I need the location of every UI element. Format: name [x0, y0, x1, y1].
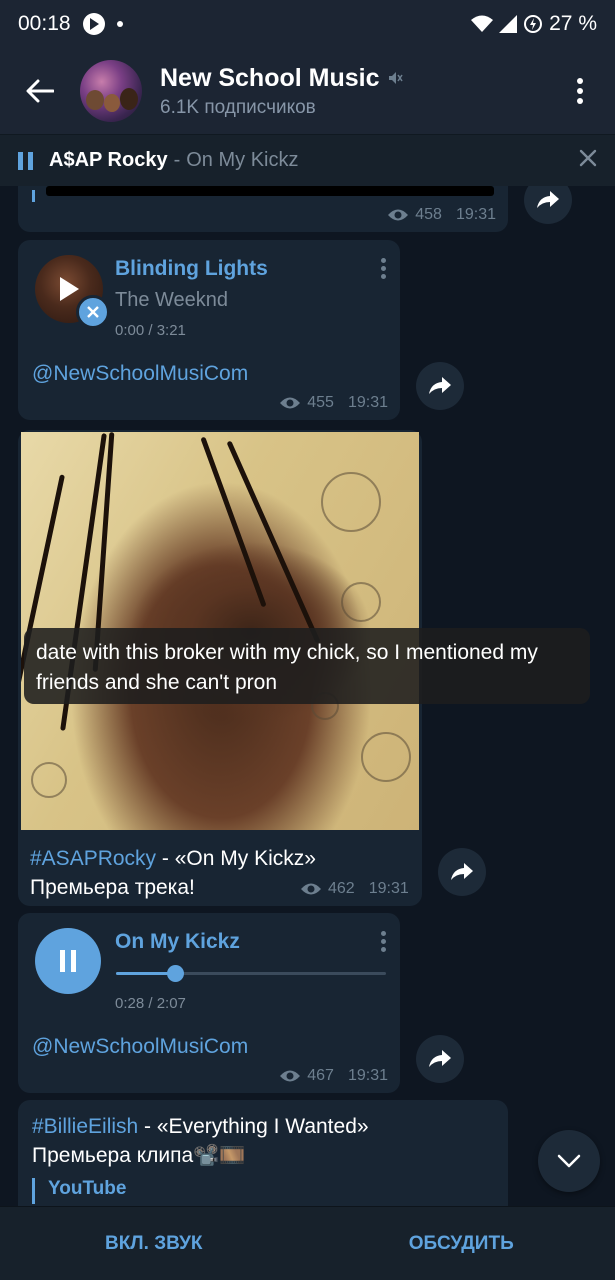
- close-icon: [579, 149, 597, 166]
- pause-icon: [60, 950, 76, 972]
- status-bar: 00:18 27 %: [0, 0, 615, 48]
- message-time: 19:31: [455, 206, 496, 223]
- views-icon: [280, 397, 301, 409]
- now-playing-track: On My Kickz: [186, 149, 299, 171]
- message-bubble-text[interactable]: #BillieEilish - «Everything I Wanted» Пр…: [18, 1100, 508, 1206]
- close-icon: [87, 306, 99, 318]
- notification-dot-icon: [116, 21, 123, 27]
- share-button[interactable]: [438, 848, 486, 896]
- media-playing-icon: [82, 13, 105, 35]
- wifi-icon: [471, 15, 494, 32]
- quote-bar: [32, 190, 35, 202]
- share-arrow-icon: [429, 1050, 451, 1067]
- bottom-action-bar: ВКЛ. ЗВУК ОБСУДИТЬ: [0, 1206, 615, 1280]
- view-count: 458: [415, 206, 442, 223]
- link-preview-source[interactable]: YouTube: [48, 1178, 126, 1200]
- share-arrow-icon: [451, 863, 473, 880]
- view-count: 455: [307, 394, 334, 411]
- caption-text: - «On My Kickz»: [156, 847, 316, 870]
- close-player-button[interactable]: [579, 149, 597, 173]
- post-text-line: - «Everything I Wanted»: [138, 1115, 369, 1138]
- now-playing-separator: -: [173, 149, 181, 171]
- audio-title: On My Kickz: [115, 930, 240, 953]
- share-button[interactable]: [416, 362, 464, 410]
- share-arrow-icon: [537, 191, 559, 208]
- message-bubble-top-partial: 458 19:31: [18, 186, 508, 232]
- avatar-logo: [101, 64, 135, 88]
- audio-duration: 0:28 / 2:07: [115, 995, 186, 1012]
- seekbar-thumb[interactable]: [167, 965, 185, 982]
- share-button[interactable]: [416, 1035, 464, 1083]
- views-icon: [301, 883, 321, 895]
- message-list[interactable]: 458 19:31 Blinding Lights The Weeknd 0:0…: [0, 186, 615, 1206]
- message-time: 19:31: [368, 880, 409, 897]
- channel-avatar[interactable]: [80, 60, 142, 122]
- now-playing-artist: A$AP Rocky: [49, 149, 168, 171]
- audio-options-button[interactable]: [381, 931, 386, 952]
- more-menu-button[interactable]: [545, 48, 615, 134]
- cancel-download-button[interactable]: [76, 295, 110, 329]
- audio-pause-button[interactable]: [35, 928, 101, 994]
- arrow-left-icon: [26, 79, 54, 103]
- views-icon: [388, 209, 409, 221]
- views-icon: [280, 1070, 301, 1082]
- pause-icon[interactable]: [18, 151, 33, 170]
- share-button[interactable]: [524, 186, 572, 224]
- audio-title: Blinding Lights: [115, 257, 268, 280]
- hashtag-link[interactable]: #ASAPRocky: [30, 847, 156, 870]
- link-preview-bar: [32, 1178, 35, 1204]
- muted-icon: [389, 72, 404, 84]
- play-icon: [60, 277, 79, 301]
- message-time: 19:31: [347, 394, 388, 411]
- view-count: 462: [328, 880, 355, 897]
- view-count: 467: [307, 1067, 334, 1084]
- share-arrow-icon: [429, 377, 451, 394]
- post-text: #BillieEilish - «Everything I Wanted» Пр…: [32, 1112, 492, 1170]
- audio-options-button[interactable]: [381, 258, 386, 279]
- audio-duration: 0:00 / 3:21: [115, 322, 186, 339]
- subscriber-count: 6.1K подписчиков: [160, 96, 316, 118]
- more-vertical-icon: [577, 78, 583, 104]
- channel-header: New School Music 6.1K подписчиков: [0, 48, 615, 134]
- caption-text-2: Премьера трека!: [30, 876, 195, 899]
- back-button[interactable]: [0, 48, 80, 134]
- now-playing-bar[interactable]: A$AP Rocky - On My Kickz: [0, 134, 615, 186]
- hashtag-link[interactable]: #BillieEilish: [32, 1115, 138, 1138]
- battery-level: 27 %: [549, 12, 597, 35]
- subtitle-overlay: date with this broker with my chick, so …: [24, 628, 590, 704]
- message-bubble-audio[interactable]: Blinding Lights The Weeknd 0:00 / 3:21 @…: [18, 240, 400, 420]
- channel-link[interactable]: @NewSchoolMusiCom: [32, 362, 248, 386]
- post-text-line-2: Премьера клипа📽️🎞️: [32, 1144, 246, 1167]
- media-strip: [46, 186, 494, 196]
- clock: 00:18: [18, 12, 71, 35]
- audio-seekbar[interactable]: [116, 965, 386, 982]
- message-time: 19:31: [347, 1067, 388, 1084]
- signal-icon: [499, 15, 518, 33]
- audio-artist: The Weeknd: [115, 289, 229, 311]
- message-bubble-audio-playing[interactable]: On My Kickz 0:28 / 2:07 @NewSchoolMusiCo…: [18, 913, 400, 1093]
- scroll-down-button[interactable]: [538, 1130, 600, 1192]
- chevron-down-icon: [557, 1154, 581, 1168]
- channel-link[interactable]: @NewSchoolMusiCom: [32, 1035, 248, 1059]
- unmute-button[interactable]: ВКЛ. ЗВУК: [0, 1233, 308, 1255]
- discuss-button[interactable]: ОБСУДИТЬ: [308, 1233, 615, 1255]
- battery-saver-icon: [524, 15, 543, 33]
- channel-title: New School Music: [160, 63, 380, 92]
